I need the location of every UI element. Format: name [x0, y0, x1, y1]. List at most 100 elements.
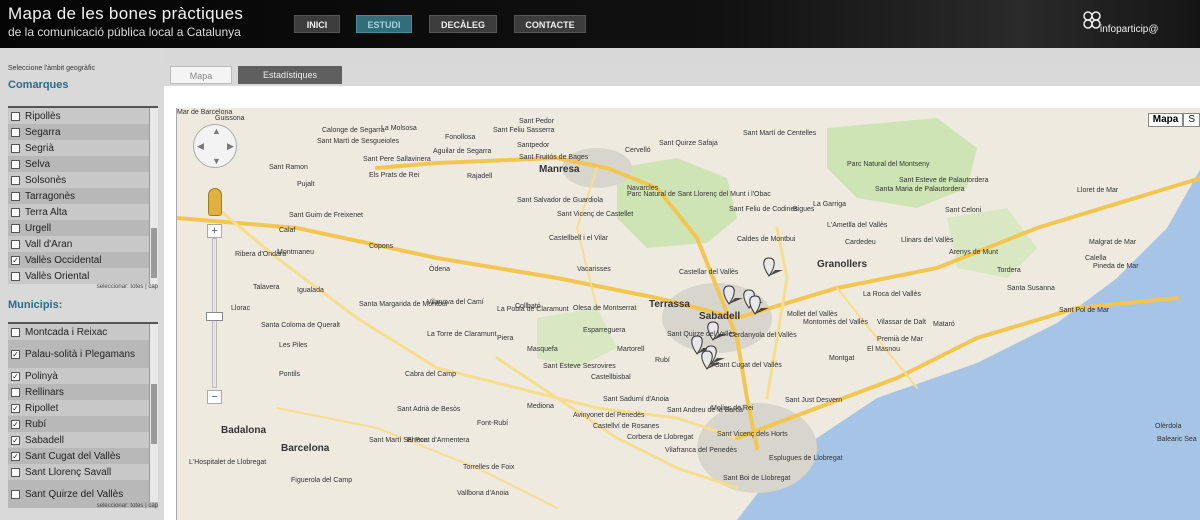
- comarques-select-links[interactable]: seleccionar: totes | cap: [8, 284, 158, 290]
- comarques-scrollbar[interactable]: [149, 108, 158, 284]
- nav-inici-button[interactable]: INICI: [294, 15, 340, 33]
- list-item[interactable]: ✓ Sant Cugat del Vallès: [8, 448, 158, 464]
- list-item[interactable]: Tarragonès: [8, 188, 158, 204]
- checkbox[interactable]: ✓: [11, 403, 20, 413]
- list-item-label: Segarra: [25, 126, 61, 138]
- checkbox[interactable]: [11, 271, 20, 281]
- checkbox[interactable]: [11, 143, 20, 153]
- map-place-label: Sant Martí Sarroca: [369, 437, 428, 444]
- map-type-satellite[interactable]: S: [1183, 113, 1200, 127]
- map-place-label: Sant Martí de Centelles: [743, 130, 817, 137]
- list-item[interactable]: Sant Llorenç Savall: [8, 464, 158, 480]
- logo-icon: [1083, 11, 1101, 29]
- list-item[interactable]: ✓ Vallès Occidental: [8, 252, 158, 268]
- checkbox[interactable]: [11, 223, 20, 233]
- comarques-list[interactable]: Ripollès Segarra Segrià Selva Solsonès Tarrag…: [8, 106, 158, 284]
- map-place-label: El Masnou: [867, 346, 900, 353]
- list-item[interactable]: Rellinars: [8, 384, 158, 400]
- municipis-scrollbar[interactable]: [149, 324, 158, 502]
- list-item[interactable]: Solsonès: [8, 172, 158, 188]
- checkbox[interactable]: [11, 191, 20, 201]
- map-place-label: La Garriga: [813, 201, 846, 208]
- map-place-label: Castellví de Rosanes: [593, 423, 660, 430]
- list-item[interactable]: ✓ Ripollet: [8, 400, 158, 416]
- zoom-in-button[interactable]: +: [207, 224, 222, 238]
- checkbox[interactable]: [11, 489, 20, 499]
- list-item[interactable]: Vallès Oriental: [8, 268, 158, 284]
- map-type-control[interactable]: Mapa S: [1147, 113, 1200, 127]
- map-place-label: Sant Salvador de Guardiola: [517, 197, 603, 204]
- nav-estudi-button[interactable]: ESTUDI: [356, 15, 412, 33]
- zoom-slider-knob[interactable]: [206, 312, 223, 321]
- map-place-label: Cervelló: [625, 147, 651, 154]
- checkbox[interactable]: [11, 207, 20, 217]
- checkbox[interactable]: [11, 127, 20, 137]
- tab-estadistiques[interactable]: Estadístiques: [238, 66, 342, 84]
- map-place-label: Parc Natural del Montseny: [847, 161, 930, 168]
- list-item[interactable]: Selva: [8, 156, 158, 172]
- list-item[interactable]: ✓ Palau-solità i Plegamans: [8, 340, 158, 368]
- list-item[interactable]: Ripollès: [8, 108, 158, 124]
- pan-down-icon[interactable]: ▼: [212, 156, 221, 166]
- map-place-label: Olesa de Montserrat: [573, 305, 636, 312]
- map-place-label: Santa Coloma de Queralt: [261, 322, 340, 329]
- list-item[interactable]: ✓ Polinyà: [8, 368, 158, 384]
- checkbox[interactable]: ✓: [11, 451, 20, 461]
- map-place-label: Santa Maria de Palautordera: [875, 186, 965, 193]
- map-place-label: Llinars del Vallès: [901, 237, 954, 244]
- map-place-label: Sant Esteve de Palautordera: [899, 177, 989, 184]
- map-place-label: Talavera: [253, 284, 280, 291]
- municipis-heading: Municipis:: [8, 299, 63, 311]
- list-item[interactable]: Urgell: [8, 220, 158, 236]
- nav-contacte-button[interactable]: CONTACTE: [514, 15, 586, 33]
- list-item[interactable]: Terra Alta: [8, 204, 158, 220]
- checkbox[interactable]: [11, 239, 20, 249]
- list-item[interactable]: Segarra: [8, 124, 158, 140]
- nav-decaleg-button[interactable]: DECÀLEG: [429, 15, 497, 33]
- checkbox[interactable]: ✓: [11, 349, 20, 359]
- map-place-label: Bigues: [793, 206, 815, 213]
- infoparticipa-logo[interactable]: infoparticip@: [1082, 10, 1192, 40]
- map-place-label: Llorac: [231, 305, 251, 312]
- map-place-label: Sant Fruitós de Bages: [519, 154, 589, 161]
- municipis-select-links[interactable]: seleccionar: totes | cap: [8, 503, 158, 509]
- checkbox[interactable]: [11, 327, 20, 337]
- checkbox[interactable]: [11, 467, 20, 477]
- map-view[interactable]: Guissona Calonge de Segarra La Molsosa Fono…: [176, 108, 1200, 520]
- map-place-label: Figuerola del Camp: [291, 477, 352, 484]
- checkbox[interactable]: ✓: [11, 419, 20, 429]
- map-place-label: La Torre de Claramunt: [427, 331, 497, 338]
- list-item[interactable]: ✓ Rubí: [8, 416, 158, 432]
- map-place-label: Montornès del Vallès: [803, 319, 868, 326]
- map-canvas[interactable]: Guissona Calonge de SegarraLa Molsosa Fono…: [177, 108, 1200, 520]
- checkbox[interactable]: [11, 387, 20, 397]
- map-place-label: Calella: [1085, 255, 1107, 262]
- list-item[interactable]: Segrià: [8, 140, 158, 156]
- checkbox[interactable]: [11, 175, 20, 185]
- checkbox[interactable]: ✓: [11, 371, 20, 381]
- map-place-label: Santpedor: [517, 142, 550, 149]
- map-type-mapa[interactable]: Mapa: [1147, 113, 1184, 127]
- checkbox[interactable]: ✓: [11, 435, 20, 445]
- tab-mapa[interactable]: Mapa: [170, 66, 232, 84]
- map-place-label: Sant Quirze Safaja: [659, 140, 718, 147]
- pan-left-icon[interactable]: ◀: [197, 141, 204, 152]
- list-item[interactable]: Montcada i Reixac: [8, 324, 158, 340]
- zoom-out-button[interactable]: −: [207, 390, 222, 404]
- map-place-label: Molins de Rei: [711, 405, 754, 412]
- list-item-label: Sabadell: [25, 434, 64, 446]
- checkbox[interactable]: [11, 111, 20, 121]
- pan-up-icon[interactable]: ▲: [212, 126, 221, 136]
- list-item[interactable]: ✓ Sabadell: [8, 432, 158, 448]
- pan-right-icon[interactable]: ▶: [227, 141, 234, 152]
- pan-control[interactable]: ▲ ▼ ◀ ▶: [193, 124, 237, 168]
- checkbox[interactable]: [11, 159, 20, 169]
- list-item[interactable]: Vall d'Aran: [8, 236, 158, 252]
- street-view-pegman-icon[interactable]: [208, 188, 222, 216]
- map-place-label: Terrassa: [649, 299, 690, 310]
- checkbox[interactable]: ✓: [11, 255, 20, 265]
- map-place-label: Fonollosa: [445, 134, 475, 141]
- map-place-label: Les Piles: [279, 342, 308, 349]
- view-tabs: Mapa Estadístiques: [164, 64, 1200, 86]
- municipis-list[interactable]: Montcada i Reixac ✓ Palau-solità i Plegama…: [8, 322, 158, 508]
